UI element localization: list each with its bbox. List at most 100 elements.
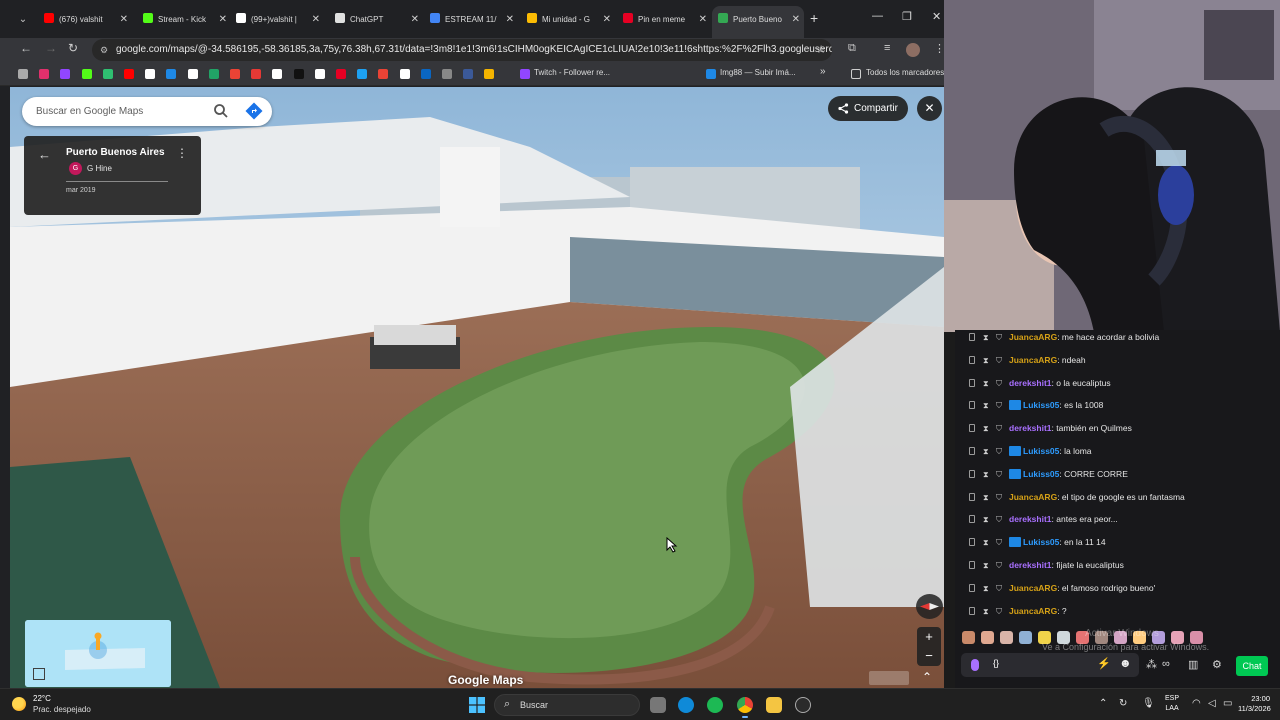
close-tab-icon[interactable]: ✕ [312,8,320,32]
chat-username[interactable]: JuancaARG [1009,606,1057,616]
twitch-icon[interactable] [60,69,71,79]
emote-icon[interactable] [981,631,994,644]
chat-message[interactable]: ⧗ ⛉ Lukiss05: CORRE CORRE [969,468,1128,483]
timeout-icon[interactable]: ⧗ [983,356,990,366]
twitch-icon[interactable] [520,69,530,79]
keyboard-language[interactable]: ESP LAA [1165,694,1179,714]
streamlabs-icon[interactable] [102,69,113,79]
tab-pinterest[interactable]: Pin en meme ✕ [617,8,711,32]
tab-sheets[interactable]: ESTREAM 11/ ✕ [424,8,518,32]
chat-users-icon[interactable]: ⁂ [1146,658,1157,671]
imagery-thumbnails[interactable] [869,671,909,685]
be-icon[interactable] [463,69,474,79]
tiktok-icon[interactable] [187,69,198,79]
fox-icon[interactable] [484,69,495,79]
delete-message-icon[interactable] [969,515,975,524]
bookmark-imgbb[interactable]: Img88 — Subir Imá... [720,68,796,77]
more-options-icon[interactable]: ⋮ [176,146,188,160]
compass-icon[interactable] [916,594,943,619]
delete-message-icon[interactable] [969,561,975,569]
sync-icon[interactable]: ↻ [1119,698,1127,709]
capture-date[interactable]: mar 2019 [66,187,96,194]
emote-icon[interactable] [962,631,975,644]
delete-message-icon[interactable] [969,355,975,364]
share-button[interactable]: Compartir [828,96,908,121]
settings-gear-icon[interactable]: ⚙ [1212,658,1222,671]
link-icon[interactable]: ∞ [1162,658,1170,670]
obs-icon[interactable] [795,697,811,713]
close-tab-icon[interactable]: ✕ [219,8,227,32]
timeout-icon[interactable]: ⧗ [983,470,990,480]
forward-icon[interactable]: → [45,41,57,55]
profile-avatar[interactable] [906,43,920,57]
close-tab-icon[interactable]: ✕ [411,8,419,32]
address-bar[interactable]: ⚙ google.com/maps/@-34.586195,-58.36185,… [92,39,832,61]
ban-shield-icon[interactable]: ⛉ [996,607,1003,617]
chat-send-button[interactable]: Chat [1236,656,1268,676]
ban-shield-icon[interactable]: ⛉ [996,356,1003,366]
chat-message[interactable]: ⧗ ⛉ JuancaARG: el famoso rodrigo bueno' [969,583,1155,597]
chat-username[interactable]: derekshit1 [1009,560,1052,570]
instagram-icon[interactable] [39,69,50,79]
tab-search-icon[interactable]: ⌄ [14,11,32,29]
taskbar-search[interactable]: ⌕ Buscar [494,694,640,716]
mic-icon[interactable] [971,659,979,671]
sheets-icon[interactable] [208,69,219,79]
chat-username[interactable]: JuancaARG [1009,355,1057,365]
tab-maps-pin[interactable]: Puerto Bueno ✕ [712,6,804,38]
timeout-icon[interactable]: ⧗ [983,333,990,343]
ban-shield-icon[interactable]: ⛉ [996,515,1003,525]
chat-message[interactable]: ⧗ ⛉ JuancaARG: el tipo de google es un fan… [969,492,1185,506]
timeout-icon[interactable]: ⧗ [983,515,990,525]
task-view-icon[interactable] [650,697,666,713]
imgbb-icon[interactable] [706,69,716,79]
fullscreen-icon[interactable] [33,668,45,680]
chat-username[interactable]: derekshit1 [1009,514,1052,524]
chat-username[interactable]: Lukiss05 [1023,400,1059,410]
timeout-icon[interactable]: ⧗ [983,607,990,617]
back-icon[interactable]: ← [20,41,32,55]
system-clock[interactable]: 23:00 11/3/2026 [1238,694,1271,714]
timeout-icon[interactable]: ⧗ [983,493,990,503]
close-tab-icon[interactable]: ✕ [603,8,611,32]
timeout-icon[interactable]: ⧗ [983,561,990,571]
x-icon[interactable] [145,69,156,79]
kick-icon[interactable] [81,69,92,79]
chat-username[interactable]: Lukiss05 [1023,469,1059,479]
directions-icon[interactable] [245,102,263,120]
all-bookmarks-folder[interactable]: Todos los marcadores [866,68,944,77]
uptodown-icon[interactable] [314,69,325,79]
edge-icon[interactable] [357,69,368,79]
upload-icon[interactable] [293,69,304,79]
author-avatar[interactable]: G [69,162,82,175]
emote-icon[interactable] [1019,631,1032,644]
delete-message-icon[interactable] [969,447,975,455]
expand-up-icon[interactable]: ⌃ [922,670,932,684]
ban-shield-icon[interactable]: ⛉ [996,470,1003,480]
search-icon[interactable] [213,103,229,119]
pinterest-icon[interactable] [336,69,346,79]
ban-shield-icon[interactable]: ⛉ [996,424,1003,434]
site-info-icon[interactable]: ⚙ [100,39,108,61]
file-explorer-icon[interactable] [766,697,782,713]
mini-map[interactable] [25,620,171,687]
delete-message-icon[interactable] [969,378,975,387]
bookmark-twitch[interactable]: Twitch - Follower re... [534,68,610,77]
wifi-icon[interactable]: ◠ [1192,698,1201,709]
chat-message[interactable]: ⧗ ⛉ JuancaARG: me hace acordar a bolivia [969,332,1159,346]
globe-icon[interactable] [442,69,452,79]
ban-shield-icon[interactable]: ⛉ [996,401,1003,411]
delete-message-icon[interactable] [969,469,975,478]
ban-shield-icon[interactable]: ⛉ [996,333,1003,343]
chat-message[interactable]: ⧗ ⛉ derekshit1: antes era peor... [969,514,1118,528]
new-tab-button[interactable]: + [810,10,818,26]
chat-input[interactable]: {} ⚡ ☻ [961,653,1139,677]
chat-message[interactable]: ⧗ ⛉ Lukiss05: la loma [969,446,1092,460]
timeout-icon[interactable]: ⧗ [983,447,990,457]
google-icon[interactable] [230,69,240,79]
ban-shield-icon[interactable]: ⛉ [996,493,1003,503]
close-tab-icon[interactable]: ✕ [699,8,707,32]
chat-username[interactable]: JuancaARG [1009,332,1057,342]
delete-message-icon[interactable] [969,538,975,547]
chrome-icon[interactable] [737,697,753,718]
